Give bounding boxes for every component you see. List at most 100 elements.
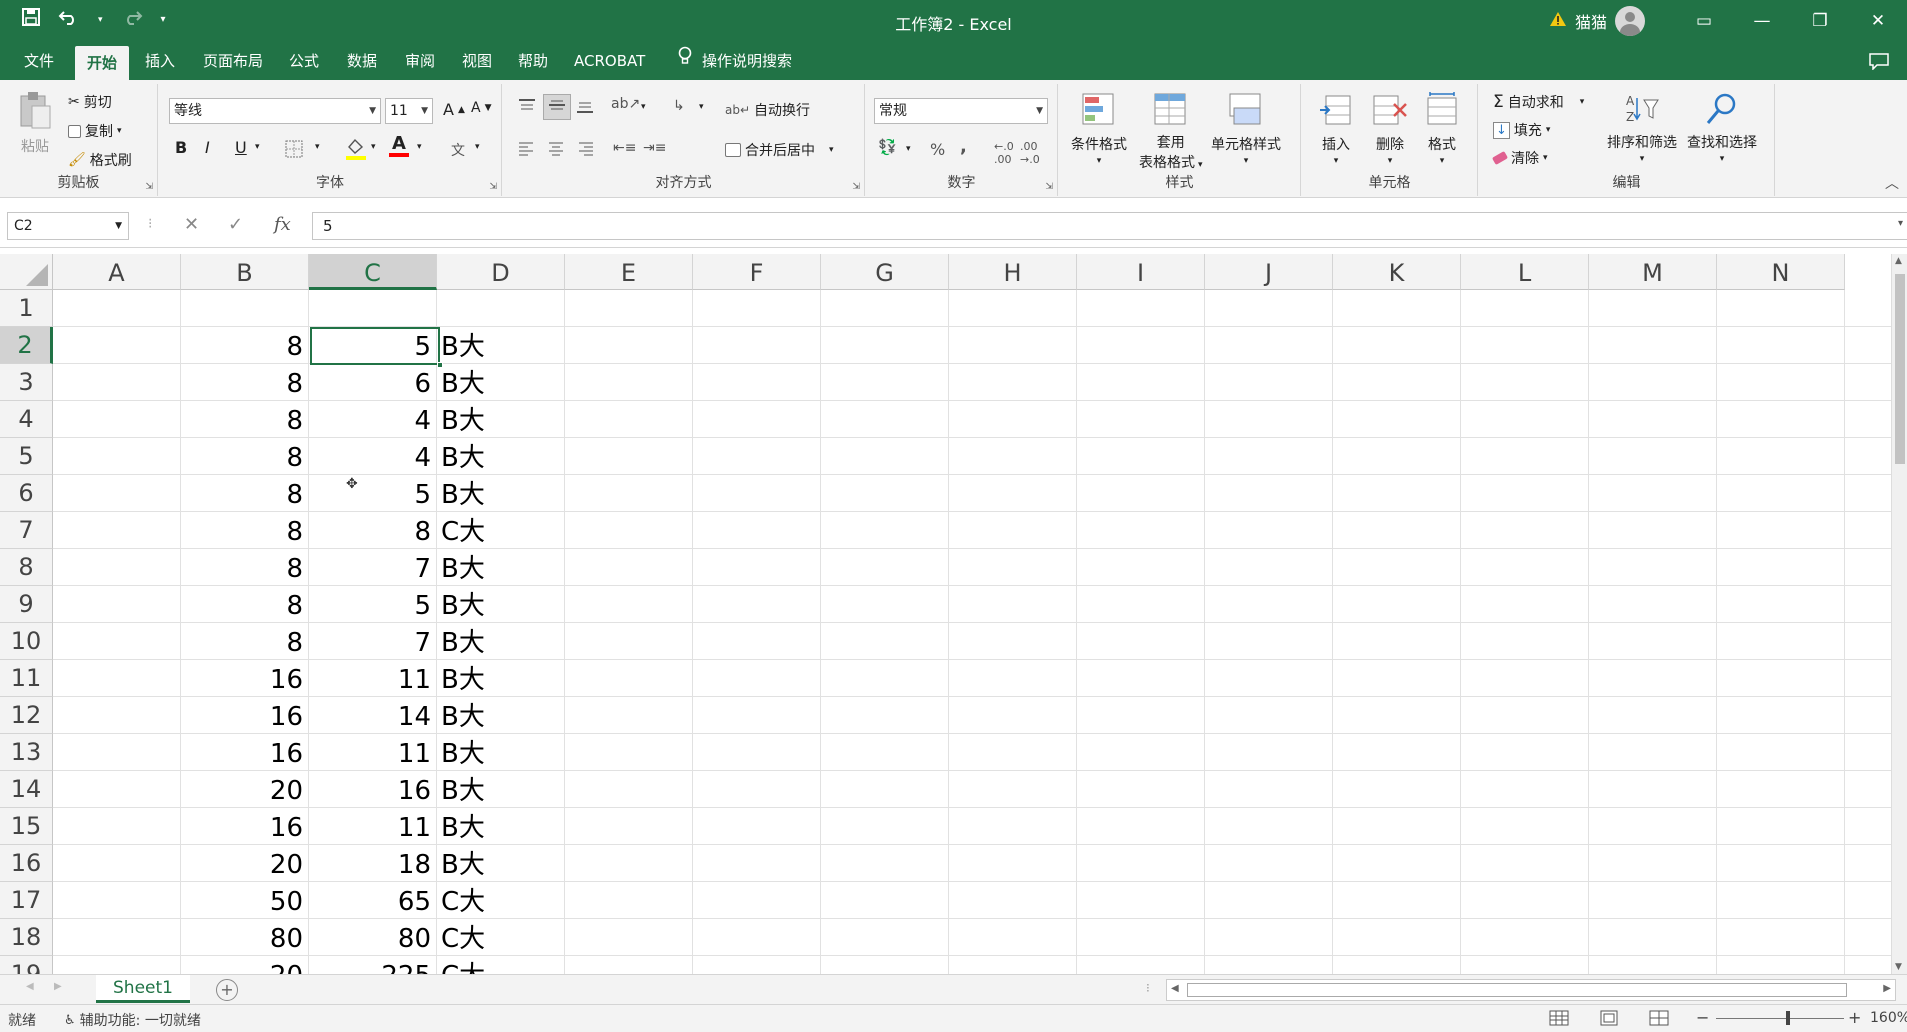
cancel-entry-icon[interactable]: ✕ — [184, 214, 199, 235]
cell-c15[interactable]: 11 — [309, 812, 431, 845]
cell-d17[interactable]: C大 — [441, 886, 485, 919]
horizontal-scroll-thumb[interactable] — [1187, 983, 1847, 997]
column-header-d[interactable]: D — [437, 254, 565, 290]
align-top-icon[interactable] — [517, 98, 537, 118]
cell-b13[interactable]: 16 — [181, 738, 303, 771]
column-header-j[interactable]: J — [1205, 254, 1333, 290]
fill-color-icon[interactable] — [345, 137, 367, 165]
increase-decimal-icon[interactable]: ←.0.00 — [994, 140, 1014, 166]
cell-b17[interactable]: 50 — [181, 886, 303, 919]
cell-c7[interactable]: 8 — [309, 516, 431, 549]
cell-b19[interactable]: 20 — [181, 960, 303, 974]
tab-page-layout[interactable]: 页面布局 — [201, 42, 265, 80]
cell-d15[interactable]: B大 — [441, 812, 485, 845]
cell-c14[interactable]: 16 — [309, 775, 431, 808]
worksheet-grid[interactable]: ABCDEFGHIJKLMN 1 2 8 5 B大 3 8 6 B大 4 8 4 B大 5 8 4 B大 6 8 5 B… — [0, 254, 1907, 974]
column-header-l[interactable]: L — [1461, 254, 1589, 290]
cell-d13[interactable]: B大 — [441, 738, 485, 771]
text-direction-icon[interactable]: ↳ — [673, 98, 685, 114]
normal-view-icon[interactable] — [1548, 1009, 1570, 1031]
cell-c4[interactable]: 4 — [309, 405, 431, 438]
scroll-up-icon[interactable]: ▲ — [1895, 256, 1902, 266]
page-layout-view-icon[interactable] — [1598, 1009, 1620, 1031]
cell-d7[interactable]: C大 — [441, 516, 485, 549]
cell-b11[interactable]: 16 — [181, 664, 303, 697]
dialog-launcher-icon[interactable]: ⇲ — [1045, 182, 1053, 192]
sort-filter-button[interactable]: AZ 排序和筛选 ▾ — [1607, 92, 1677, 164]
row-header[interactable]: 11 — [0, 660, 53, 697]
next-sheet-icon[interactable]: ▶ — [54, 981, 62, 992]
scroll-left-icon[interactable]: ◀ — [1171, 983, 1179, 994]
tab-file[interactable]: 文件 — [22, 42, 56, 80]
chevron-down-icon[interactable]: ▾ — [475, 142, 480, 152]
row-header[interactable]: 18 — [0, 919, 53, 956]
bold-button[interactable]: B — [175, 138, 187, 157]
dialog-launcher-icon[interactable]: ⇲ — [145, 182, 153, 192]
row-header[interactable]: 14 — [0, 771, 53, 808]
minimize-button[interactable]: — — [1733, 11, 1791, 31]
copy-button[interactable]: 复制 ▾ — [68, 121, 122, 141]
cell-c8[interactable]: 7 — [309, 553, 431, 586]
split-handle-icon[interactable]: ⁝ — [1146, 981, 1150, 995]
grow-font-button[interactable]: A ▲ — [443, 100, 465, 119]
account-area[interactable]: 猫猫 — [1549, 6, 1645, 36]
wrap-text-button[interactable]: ab↵ 自动换行 — [725, 100, 810, 120]
align-middle-icon[interactable] — [543, 94, 571, 120]
chevron-down-icon[interactable]: ▾ — [417, 142, 422, 152]
ribbon-display-options-button[interactable]: ▭ — [1675, 11, 1733, 31]
clear-button[interactable]: 清除 ▾ — [1491, 148, 1548, 168]
name-box[interactable]: C2 ▼ — [7, 212, 129, 240]
cell-b2[interactable]: 8 — [181, 331, 303, 364]
close-button[interactable]: ✕ — [1849, 11, 1907, 31]
comments-icon[interactable] — [1869, 53, 1889, 74]
align-center-icon[interactable] — [547, 140, 565, 160]
zoom-in-icon[interactable]: + — [1848, 1008, 1861, 1027]
add-sheet-button[interactable]: + — [216, 979, 238, 1001]
cell-styles-button[interactable]: 单元格样式 ▾ — [1211, 92, 1281, 166]
format-painter-button[interactable]: 🖌 格式刷 — [68, 150, 132, 170]
cell-b9[interactable]: 8 — [181, 590, 303, 623]
cell-d12[interactable]: B大 — [441, 701, 485, 734]
row-header[interactable]: 6 — [0, 475, 53, 512]
phonetic-guide-icon[interactable]: 文 — [451, 140, 465, 160]
page-break-view-icon[interactable] — [1648, 1009, 1670, 1031]
column-header-c[interactable]: C — [309, 254, 437, 290]
column-header-a[interactable]: A — [53, 254, 181, 290]
tell-me-search[interactable]: 操作说明搜索 — [676, 42, 794, 80]
cell-c16[interactable]: 18 — [309, 849, 431, 882]
cut-button[interactable]: ✂ 剪切 — [68, 92, 112, 112]
row-header[interactable]: 12 — [0, 697, 53, 734]
dialog-launcher-icon[interactable]: ⇲ — [489, 182, 497, 192]
tab-insert[interactable]: 插入 — [143, 42, 177, 80]
cell-d3[interactable]: B大 — [441, 368, 485, 401]
row-header[interactable]: 4 — [0, 401, 53, 438]
vertical-scrollbar[interactable]: ▲ ▼ — [1891, 254, 1907, 974]
cell-d6[interactable]: B大 — [441, 479, 485, 512]
tab-data[interactable]: 数据 — [345, 42, 379, 80]
cell-b18[interactable]: 80 — [181, 923, 303, 956]
cell-d16[interactable]: B大 — [441, 849, 485, 882]
vertical-scroll-thumb[interactable] — [1895, 274, 1905, 464]
fill-button[interactable]: ↓ 填充 ▾ — [1493, 120, 1550, 140]
row-header[interactable]: 3 — [0, 364, 53, 401]
cell-d11[interactable]: B大 — [441, 664, 485, 697]
row-header[interactable]: 2 — [0, 327, 53, 364]
scroll-right-icon[interactable]: ▶ — [1883, 983, 1891, 994]
cell-c5[interactable]: 4 — [309, 442, 431, 475]
cell-c13[interactable]: 11 — [309, 738, 431, 771]
cell-d10[interactable]: B大 — [441, 627, 485, 660]
find-select-button[interactable]: 查找和选择 ▾ — [1687, 92, 1757, 164]
delete-cells-button[interactable]: 删除 ▾ — [1372, 92, 1408, 166]
cell-b10[interactable]: 8 — [181, 627, 303, 660]
tab-home[interactable]: 开始 — [75, 46, 130, 80]
cell-c3[interactable]: 6 — [309, 368, 431, 401]
row-header[interactable]: 16 — [0, 845, 53, 882]
merge-center-button[interactable]: 合并后居中 ▾ — [725, 140, 834, 160]
cell-b1[interactable] — [181, 294, 303, 327]
row-header[interactable]: 17 — [0, 882, 53, 919]
collapse-ribbon-icon[interactable]: ︿ — [1885, 173, 1899, 193]
zoom-slider[interactable] — [1716, 1011, 1844, 1025]
formula-input[interactable]: 5 — [312, 212, 1907, 240]
increase-indent-icon[interactable]: ⇥≡ — [643, 140, 666, 156]
cell-b7[interactable]: 8 — [181, 516, 303, 549]
